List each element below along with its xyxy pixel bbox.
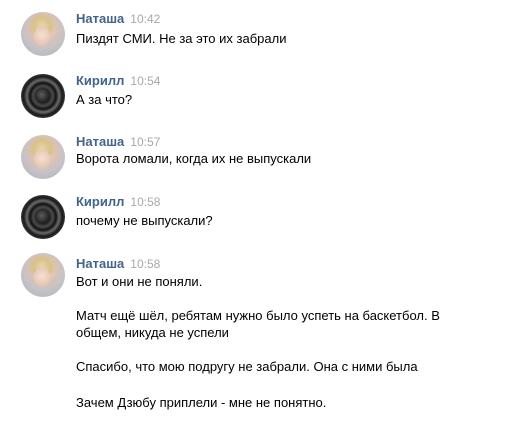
author-name[interactable]: Наташа <box>76 11 124 26</box>
message-time[interactable]: 10:58 <box>130 195 160 209</box>
author-name[interactable]: Наташа <box>76 256 124 271</box>
user-avatar-kirill[interactable] <box>21 74 65 118</box>
chat-history: Наташа 10:42 Пиздят СМИ. Не за это их заб… <box>0 0 510 426</box>
message-text: А за что? <box>76 92 133 107</box>
author-name[interactable]: Кирилл <box>76 194 124 209</box>
message-text: почему не выпускали? <box>76 213 213 228</box>
message-header: Наташа 10:58 <box>76 255 160 271</box>
user-avatar-natasha[interactable] <box>21 253 65 297</box>
message-time[interactable]: 10:42 <box>130 12 160 26</box>
message-text: Спасибо, что мою подругу не забрали. Она… <box>76 359 418 374</box>
message-header: Кирилл 10:58 <box>76 193 160 209</box>
message-text: Матч ещё шёл, ребятам нужно было успеть … <box>76 308 440 340</box>
message-time[interactable]: 10:57 <box>130 135 160 149</box>
message-time[interactable]: 10:58 <box>130 257 160 271</box>
message-header: Наташа 10:42 <box>76 10 160 26</box>
user-avatar-kirill[interactable] <box>21 195 65 239</box>
author-name[interactable]: Наташа <box>76 134 124 149</box>
message-text: Вот и они не поняли. <box>76 274 203 289</box>
message-header: Наташа 10:57 <box>76 133 160 149</box>
message-text: Ворота ломали, когда их не выпускали <box>76 151 312 166</box>
user-avatar-natasha[interactable] <box>21 12 65 56</box>
author-name[interactable]: Кирилл <box>76 73 124 88</box>
user-avatar-natasha[interactable] <box>21 135 65 179</box>
message-time[interactable]: 10:54 <box>130 74 160 88</box>
message-text: Зачем Дзюбу приплели - мне не понятно. <box>76 395 327 410</box>
message-text: Пиздят СМИ. Не за это их забрали <box>76 31 287 46</box>
message-header: Кирилл 10:54 <box>76 72 160 88</box>
